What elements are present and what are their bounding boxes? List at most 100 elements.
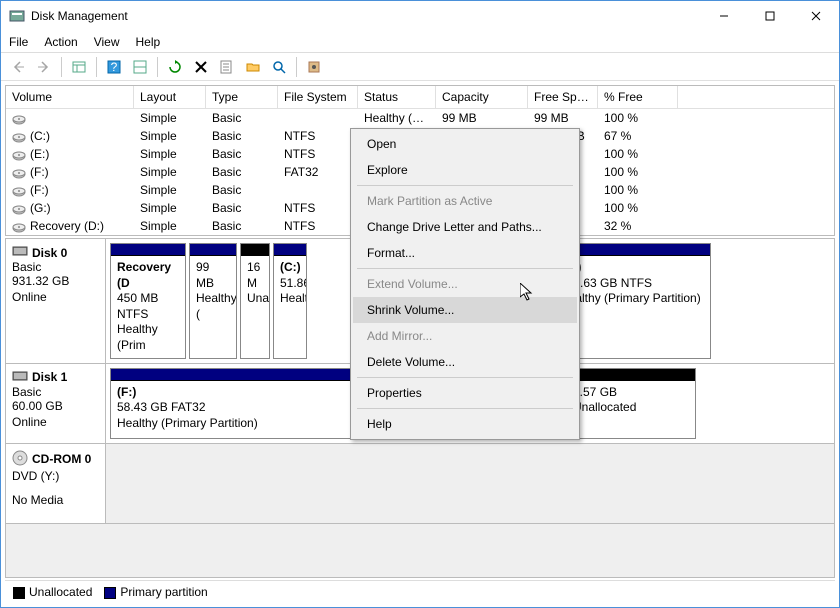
help-button[interactable]: ? (103, 56, 125, 78)
disk-name: Disk 1 (32, 370, 67, 384)
disk-label: Disk 1Basic60.00 GBOnline (6, 364, 106, 443)
partition-status: Healthy (Primary Partition) (560, 291, 704, 307)
cell: (F:) (6, 181, 134, 199)
back-button[interactable] (7, 56, 29, 78)
partition[interactable]: 99 MBHealthy ( (189, 243, 237, 359)
disk-status: No Media (12, 493, 99, 507)
cell: 100 % (598, 181, 678, 199)
column-header[interactable]: Capacity (436, 86, 528, 108)
disk-icon (12, 370, 28, 385)
context-menu-item[interactable]: Open (353, 131, 577, 157)
disk-name: CD-ROM 0 (32, 452, 91, 466)
cell: 99 MB (436, 109, 528, 127)
context-menu-item[interactable]: Explore (353, 157, 577, 183)
partition-status: Unal (247, 291, 263, 307)
menu-view[interactable]: View (94, 35, 120, 49)
disk-icon (12, 450, 28, 469)
cell: FAT32 (278, 163, 358, 181)
titlebar: Disk Management (1, 1, 839, 31)
disk-icon (12, 245, 28, 260)
column-header[interactable]: Layout (134, 86, 206, 108)
refresh-button[interactable] (164, 56, 186, 78)
context-menu-item: Mark Partition as Active (353, 188, 577, 214)
partition-stripe (567, 369, 695, 381)
column-header[interactable]: Volume (6, 86, 134, 108)
legend-item: Unallocated (13, 585, 92, 599)
cell: Simple (134, 163, 206, 181)
legend: UnallocatedPrimary partition (5, 580, 835, 603)
cell: NTFS (278, 199, 358, 217)
partition-size: 450 MB NTFS (117, 291, 179, 322)
cell: 100 % (598, 145, 678, 163)
menu-separator (357, 268, 573, 269)
column-header[interactable]: Free Spa... (528, 86, 598, 108)
disk-type: Basic (12, 385, 99, 399)
menubar: File Action View Help (1, 31, 839, 53)
column-header[interactable]: Type (206, 86, 278, 108)
column-header[interactable]: % Free (598, 86, 678, 108)
cell: Simple (134, 127, 206, 145)
cell: NTFS (278, 217, 358, 235)
partition[interactable]: 16 MUnal (240, 243, 270, 359)
partition-status: Unallocated (573, 400, 689, 416)
partition-status: Healthy ( (196, 291, 230, 322)
settings-icon[interactable] (303, 56, 325, 78)
menu-help[interactable]: Help (136, 35, 161, 49)
cell: Basic (206, 109, 278, 127)
cell: Basic (206, 199, 278, 217)
disk-icon (12, 168, 26, 178)
partition[interactable]: 1.57 GBUnallocated (566, 368, 696, 439)
menu-file[interactable]: File (9, 35, 28, 49)
disk-name: Disk 0 (32, 246, 67, 260)
menu-separator (357, 377, 573, 378)
legend-label: Unallocated (29, 585, 92, 599)
cell: (E:) (6, 145, 134, 163)
partition-size: 390.63 GB NTFS (560, 276, 704, 292)
column-header[interactable]: Status (358, 86, 436, 108)
context-menu-item[interactable]: Change Drive Letter and Paths... (353, 214, 577, 240)
context-menu-item: Extend Volume... (353, 271, 577, 297)
partition[interactable]: (C:)51.86Healt (273, 243, 307, 359)
properties-icon[interactable] (216, 56, 238, 78)
menu-separator (357, 408, 573, 409)
svg-text:?: ? (111, 60, 118, 74)
minimize-button[interactable] (701, 1, 747, 31)
delete-icon[interactable] (190, 56, 212, 78)
menu-action[interactable]: Action (44, 35, 77, 49)
cell: Recovery (D:) (6, 217, 134, 235)
context-menu-item[interactable]: Help (353, 411, 577, 437)
search-icon[interactable] (268, 56, 290, 78)
close-button[interactable] (793, 1, 839, 31)
disk-icon (12, 186, 26, 196)
partition[interactable]: Recovery (D450 MB NTFSHealthy (Prim (110, 243, 186, 359)
maximize-button[interactable] (747, 1, 793, 31)
forward-button[interactable] (33, 56, 55, 78)
disk-status: Online (12, 415, 99, 429)
disk-partitions (106, 444, 834, 523)
partition-stripe (274, 244, 306, 256)
open-folder-icon[interactable] (242, 56, 264, 78)
legend-swatch (104, 587, 116, 599)
disk-type: Basic (12, 260, 99, 274)
toggle-bottom-pane-button[interactable] (129, 56, 151, 78)
separator (157, 57, 158, 77)
show-hide-console-button[interactable] (68, 56, 90, 78)
cell: Simple (134, 199, 206, 217)
partition-name: (C:) (280, 260, 300, 276)
context-menu-item[interactable]: Shrink Volume... (353, 297, 577, 323)
context-menu-item[interactable]: Properties (353, 380, 577, 406)
disk-row: CD-ROM 0DVD (Y:)No Media (6, 444, 834, 524)
context-menu-item[interactable]: Delete Volume... (353, 349, 577, 375)
context-menu-item[interactable]: Format... (353, 240, 577, 266)
disk-label: CD-ROM 0DVD (Y:)No Media (6, 444, 106, 523)
volume-row[interactable]: SimpleBasicHealthy (E...99 MB99 MB100 % (6, 109, 834, 127)
cell: (C:) (6, 127, 134, 145)
cell: NTFS (278, 145, 358, 163)
cell: Simple (134, 217, 206, 235)
disk-icon (12, 114, 26, 124)
cell: 100 % (598, 199, 678, 217)
separator (296, 57, 297, 77)
disk-icon (12, 204, 26, 214)
column-header[interactable]: File System (278, 86, 358, 108)
partition-stripe (190, 244, 236, 256)
